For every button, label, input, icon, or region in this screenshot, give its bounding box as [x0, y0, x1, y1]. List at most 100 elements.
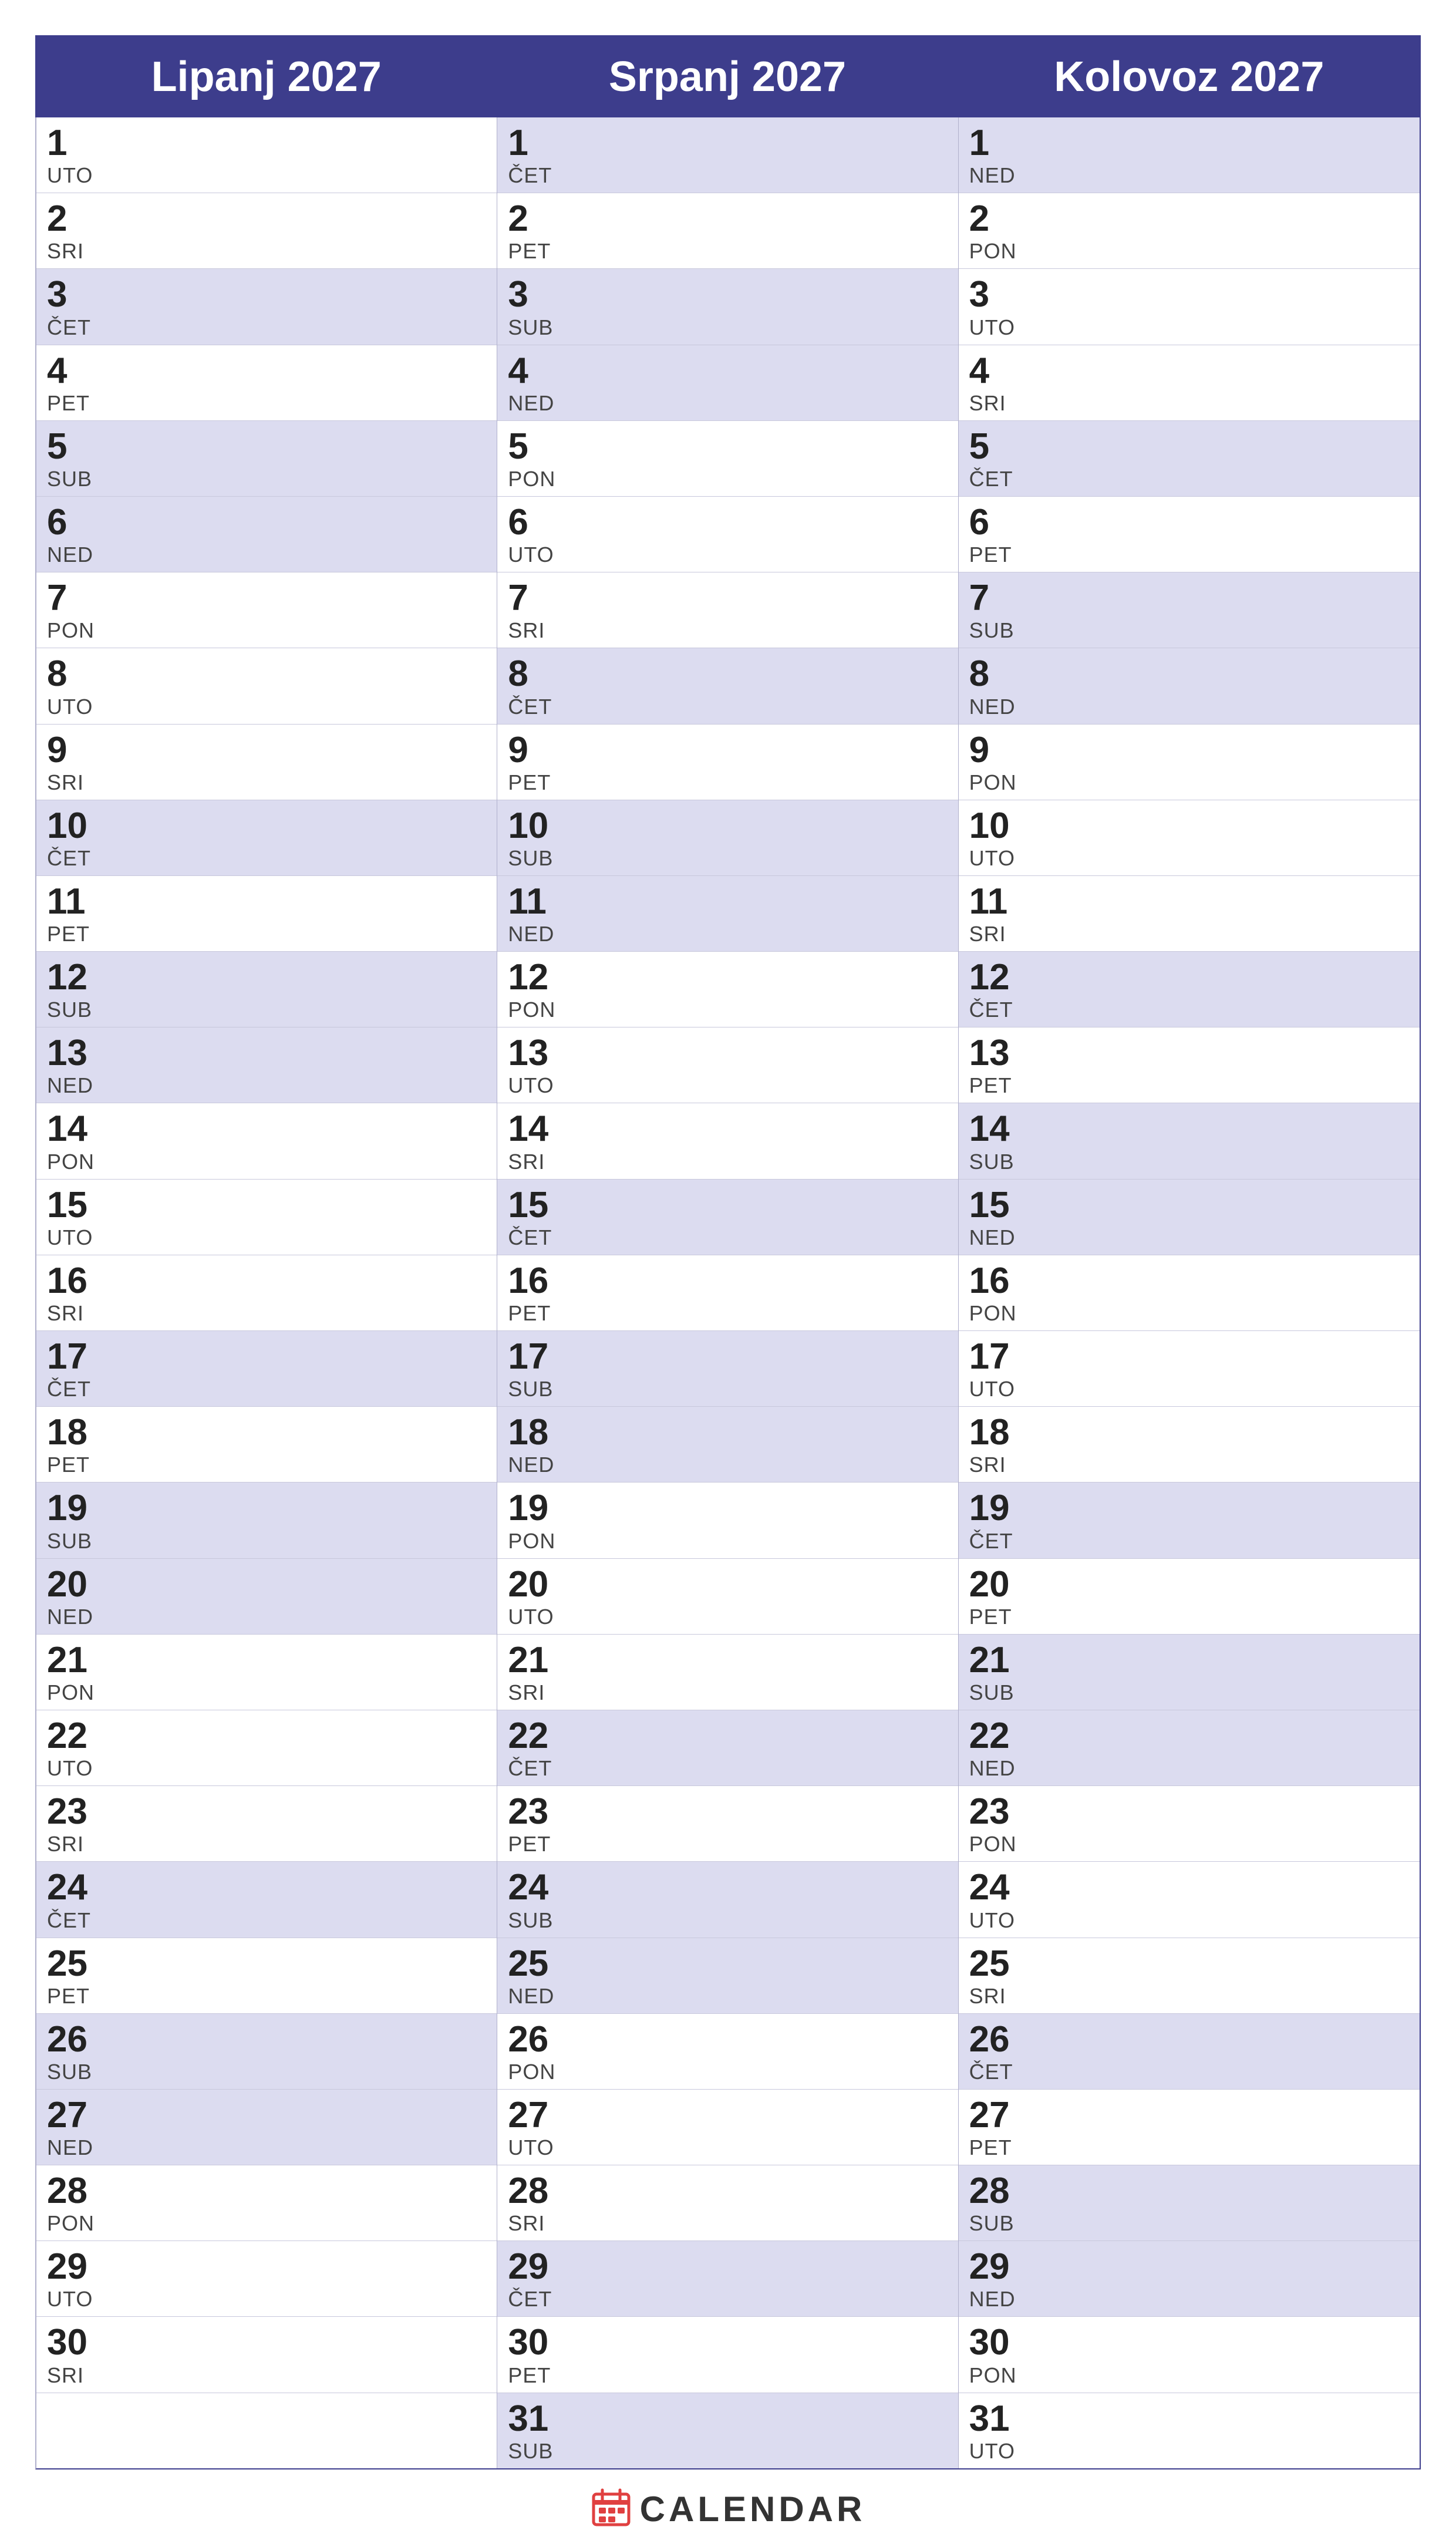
day-row: 11PET — [36, 876, 497, 952]
day-number: 22 — [969, 1716, 1409, 1756]
day-number: 10 — [969, 806, 1409, 846]
day-number: 29 — [508, 2247, 947, 2287]
day-row: 27UTO — [497, 2090, 958, 2165]
day-number: 20 — [508, 1565, 947, 1605]
day-name: ČET — [47, 1908, 486, 1933]
day-number: 11 — [508, 882, 947, 922]
day-name: SRI — [508, 1150, 947, 1174]
day-number: 9 — [47, 730, 486, 770]
day-number: 18 — [969, 1413, 1409, 1453]
day-name: PET — [47, 1984, 486, 2009]
day-name: PET — [969, 543, 1409, 567]
day-row: 4NED — [497, 345, 958, 421]
day-row: 31SUB — [497, 2393, 958, 2468]
day-row: 8NED — [959, 648, 1420, 724]
day-number: 21 — [47, 1640, 486, 1680]
day-row: 17SUB — [497, 1331, 958, 1407]
day-number: 17 — [47, 1337, 486, 1377]
day-number: 30 — [508, 2323, 947, 2363]
day-row: 7PON — [36, 572, 497, 648]
day-row: 4PET — [36, 345, 497, 421]
day-name: NED — [969, 1225, 1409, 1250]
day-row: 1NED — [959, 117, 1420, 193]
day-number: 4 — [508, 351, 947, 391]
day-number: 12 — [47, 958, 486, 998]
day-name: SUB — [47, 467, 486, 491]
day-row: 29NED — [959, 2241, 1420, 2317]
day-number: 2 — [969, 199, 1409, 239]
day-row: 3SUB — [497, 269, 958, 345]
day-name: NED — [47, 2135, 486, 2160]
day-name: ČET — [47, 846, 486, 871]
day-number: 13 — [508, 1033, 947, 1073]
day-row: 18SRI — [959, 1407, 1420, 1483]
day-row: 13NED — [36, 1027, 497, 1103]
day-number: 23 — [47, 1792, 486, 1832]
day-row: 21SUB — [959, 1635, 1420, 1710]
day-name: PON — [508, 998, 947, 1022]
day-name: SRI — [508, 2211, 947, 2236]
day-row: 12PON — [497, 952, 958, 1027]
day-number: 13 — [47, 1033, 486, 1073]
day-number: 6 — [508, 503, 947, 543]
day-name: SRI — [47, 1301, 486, 1326]
day-name: PON — [47, 618, 486, 643]
day-number: 4 — [47, 351, 486, 391]
day-name: UTO — [47, 163, 486, 188]
day-row: 2PET — [497, 193, 958, 269]
day-name: UTO — [508, 1605, 947, 1629]
day-number: 1 — [508, 123, 947, 163]
day-number: 29 — [47, 2247, 486, 2287]
day-row: 14SRI — [497, 1103, 958, 1179]
day-name: UTO — [47, 1756, 486, 1781]
day-number: 5 — [969, 427, 1409, 467]
day-name: UTO — [47, 695, 486, 719]
day-name: ČET — [969, 998, 1409, 1022]
day-number: 5 — [508, 427, 947, 467]
day-name: ČET — [47, 315, 486, 340]
day-number: 22 — [47, 1716, 486, 1756]
day-name: ČET — [969, 467, 1409, 491]
day-name: SUB — [508, 1377, 947, 1401]
day-name: PET — [508, 239, 947, 264]
day-number: 24 — [47, 1868, 486, 1908]
day-row: 25SRI — [959, 1938, 1420, 2014]
day-name: PET — [47, 1453, 486, 1477]
day-name: SRI — [508, 618, 947, 643]
day-number: 29 — [969, 2247, 1409, 2287]
day-number: 12 — [969, 958, 1409, 998]
day-name: SUB — [969, 2211, 1409, 2236]
day-name: PET — [508, 1832, 947, 1857]
day-name: PET — [508, 770, 947, 795]
day-row: 16SRI — [36, 1255, 497, 1331]
day-number: 8 — [47, 654, 486, 694]
day-name: ČET — [508, 1225, 947, 1250]
day-row: 8ČET — [497, 648, 958, 724]
day-row: 30PET — [497, 2317, 958, 2393]
day-name: NED — [47, 1073, 486, 1098]
day-number: 2 — [47, 199, 486, 239]
day-number: 19 — [508, 1488, 947, 1528]
day-row: 8UTO — [36, 648, 497, 724]
day-name: SRI — [47, 2363, 486, 2388]
day-name: SRI — [969, 391, 1409, 416]
day-number: 16 — [969, 1261, 1409, 1301]
day-number: 24 — [969, 1868, 1409, 1908]
day-name: ČET — [969, 1529, 1409, 1554]
day-number: 18 — [508, 1413, 947, 1453]
day-row: 1UTO — [36, 117, 497, 193]
day-row: 22UTO — [36, 1710, 497, 1786]
day-name: SRI — [47, 1832, 486, 1857]
day-number: 25 — [47, 1944, 486, 1984]
day-number: 10 — [47, 806, 486, 846]
day-name: ČET — [508, 695, 947, 719]
day-number: 30 — [969, 2323, 1409, 2363]
day-row: 5SUB — [36, 421, 497, 497]
month-col-2: 1NED2PON3UTO4SRI5ČET6PET7SUB8NED9PON10UT… — [959, 117, 1420, 2468]
day-row: 26SUB — [36, 2014, 497, 2090]
day-name: PON — [969, 239, 1409, 264]
day-row: 17UTO — [959, 1331, 1420, 1407]
day-row: 20UTO — [497, 1559, 958, 1635]
day-number: 13 — [969, 1033, 1409, 1073]
day-name: SUB — [508, 2439, 947, 2464]
